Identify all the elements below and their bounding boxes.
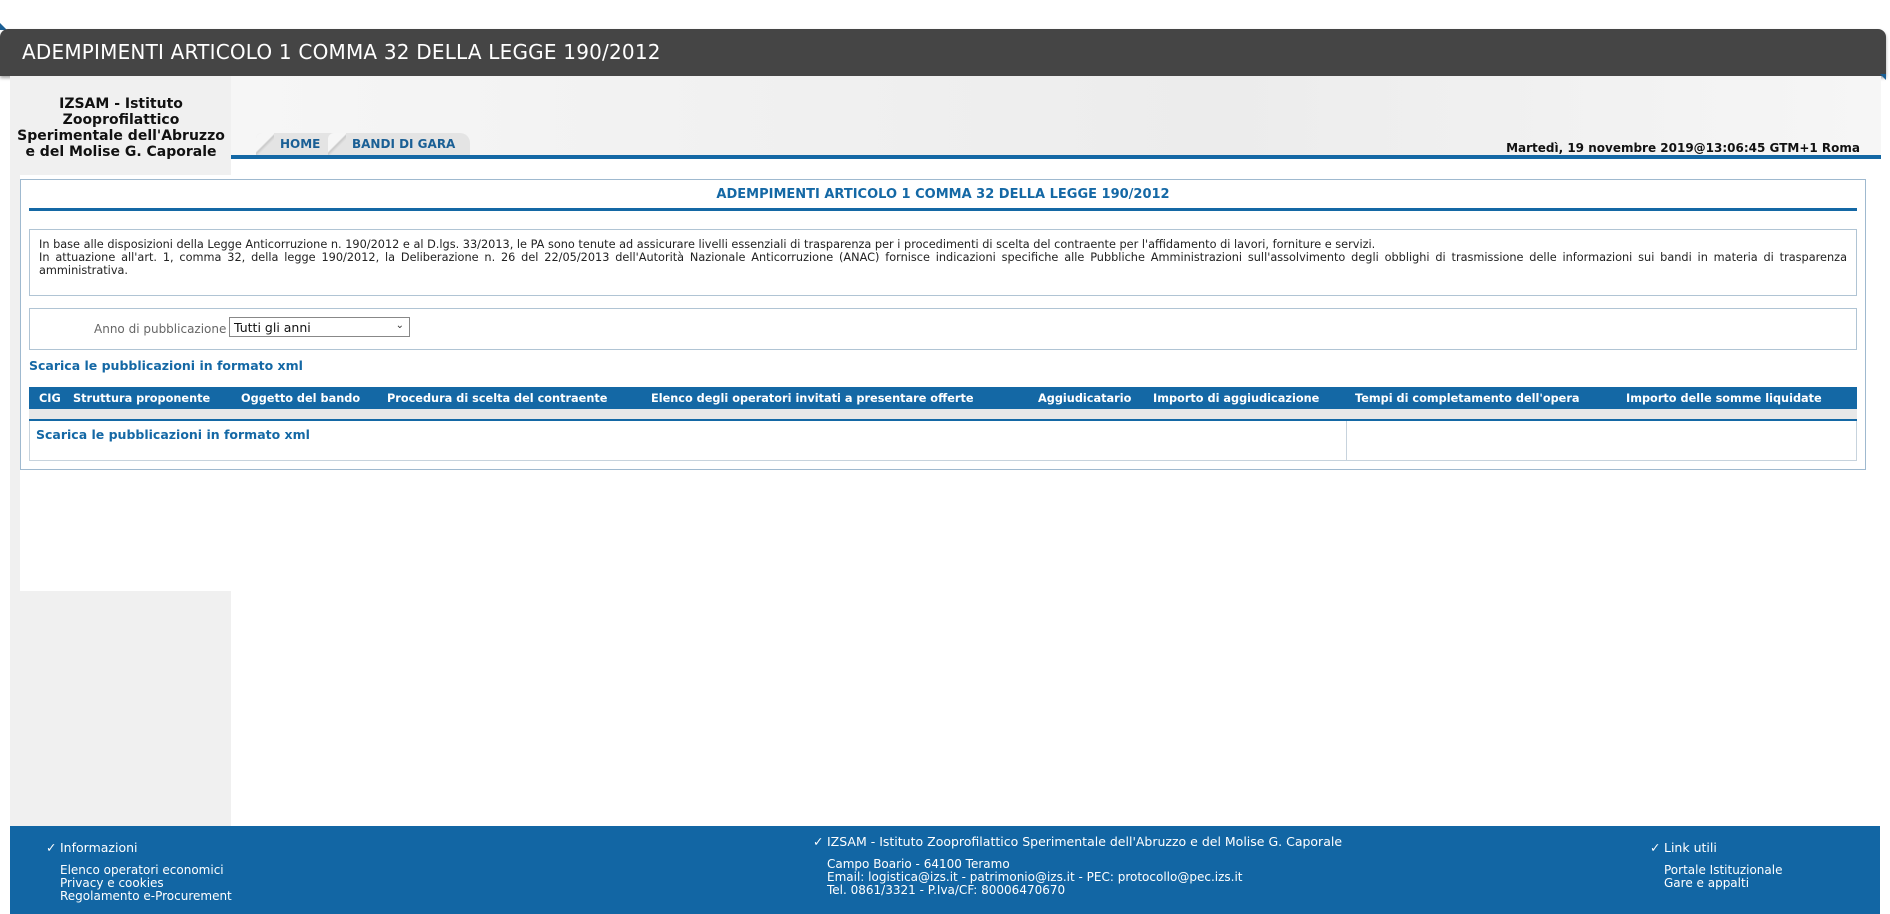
column-header-struttura: Struttura proponente — [73, 392, 211, 405]
header-bar: ADEMPIMENTI ARTICOLO 1 COMMA 32 DELLA LE… — [0, 29, 1886, 76]
year-filter-select[interactable]: Tutti gli anni ⌄ — [229, 317, 410, 337]
tab-bandi-di-gara[interactable]: BANDI DI GARA — [328, 133, 470, 156]
column-header-cig: CIG — [39, 392, 61, 405]
tab-home-label: HOME — [280, 137, 321, 151]
current-datetime: Martedì, 19 novembre 2019@13:06:45 GTM+1… — [1506, 141, 1860, 155]
table-header: CIG Struttura proponente Oggetto del ban… — [29, 387, 1857, 409]
year-filter-value: Tutti gli anni — [234, 320, 311, 335]
column-header-tempi: Tempi di completamento dell'opera — [1355, 392, 1580, 405]
footer: ✓ Informazioni Elenco operatori economici… — [10, 826, 1880, 914]
check-icon: ✓ — [46, 840, 57, 855]
table-subheader — [29, 409, 1857, 419]
download-xml-link-bottom[interactable]: Scarica le pubblicazioni in formato xml — [36, 427, 310, 442]
check-icon: ✓ — [1650, 840, 1661, 855]
footer-phone: Tel. 0861/3321 - P.Iva/CF: 80006470670 — [827, 883, 1066, 897]
nav-divider — [231, 155, 1881, 159]
footer-info-column: ✓ Informazioni Elenco operatori economici… — [46, 841, 232, 903]
filter-box: Anno di pubblicazione Tutti gli anni ⌄ — [29, 308, 1857, 350]
column-header-aggiudicatario: Aggiudicatario — [1038, 392, 1132, 405]
chevron-down-icon: ⌄ — [395, 320, 404, 331]
footer-links-heading: Link utili — [1664, 840, 1717, 855]
panel-title: ADEMPIMENTI ARTICOLO 1 COMMA 32 DELLA LE… — [716, 187, 1170, 202]
footer-link-regolamento[interactable]: Regolamento e-Procurement — [60, 890, 232, 903]
footer-link-gare[interactable]: Gare e appalti — [1664, 877, 1782, 890]
year-filter-label: Anno di pubblicazione — [94, 322, 227, 336]
info-box: In base alle disposizioni della Legge An… — [29, 229, 1857, 296]
column-header-procedura: Procedura di scelta del contraente — [387, 392, 608, 405]
page: ADEMPIMENTI ARTICOLO 1 COMMA 32 DELLA LE… — [0, 0, 1890, 914]
footer-contact-heading: IZSAM - Istituto Zooprofilattico Sperime… — [827, 834, 1343, 849]
tab-bandi-label: BANDI DI GARA — [352, 137, 456, 151]
panel-title-divider — [29, 208, 1857, 211]
header-title: ADEMPIMENTI ARTICOLO 1 COMMA 32 DELLA LE… — [22, 40, 661, 64]
footer-info-heading: Informazioni — [60, 840, 138, 855]
main-panel: ADEMPIMENTI ARTICOLO 1 COMMA 32 DELLA LE… — [20, 179, 1866, 470]
column-header-operatori: Elenco degli operatori invitati a presen… — [651, 392, 974, 405]
table-body: Scarica le pubblicazioni in formato xml — [29, 421, 1857, 461]
column-header-oggetto: Oggetto del bando — [241, 392, 361, 405]
footer-contact-column: ✓ IZSAM - Istituto Zooprofilattico Sperim… — [813, 835, 1342, 897]
check-icon: ✓ — [813, 834, 824, 849]
organization-name: IZSAM - Istituto Zooprofilattico Sperime… — [17, 96, 225, 160]
download-xml-link-top[interactable]: Scarica le pubblicazioni in formato xml — [29, 358, 303, 373]
footer-links-column: ✓ Link utili Portale Istituzionale Gare e… — [1650, 841, 1782, 890]
info-paragraph-2: In attuazione all'art. 1, comma 32, dell… — [39, 251, 1847, 277]
table-cell-divider — [1346, 421, 1347, 460]
column-header-importo-aggiudicazione: Importo di aggiudicazione — [1153, 392, 1320, 405]
info-paragraph-1: In base alle disposizioni della Legge An… — [39, 238, 1376, 251]
column-header-importo-liquidate: Importo delle somme liquidate — [1626, 392, 1822, 405]
